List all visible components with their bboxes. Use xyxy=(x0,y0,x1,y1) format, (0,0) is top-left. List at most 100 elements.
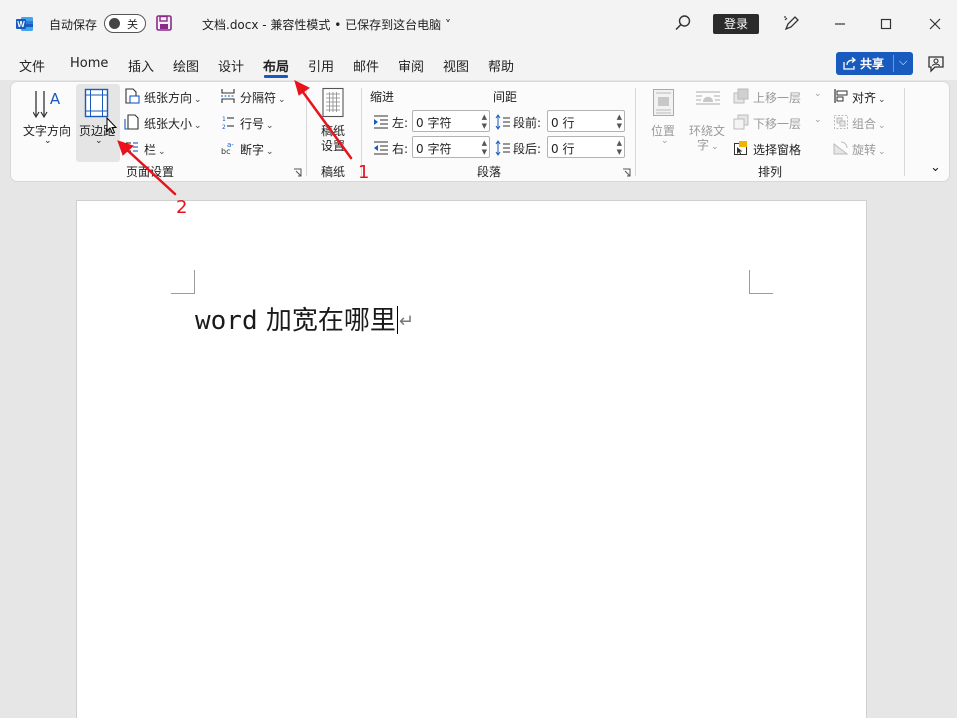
spin-down-icon[interactable]: ▼ xyxy=(482,122,487,130)
spin-down-icon[interactable]: ▼ xyxy=(482,148,487,156)
tab-layout[interactable]: 布局 xyxy=(263,56,289,75)
spacing-before-label: 段前: xyxy=(513,116,542,130)
indent-right-icon xyxy=(374,141,388,155)
columns-icon xyxy=(126,142,138,152)
share-button[interactable]: 共享 ⌵ xyxy=(836,52,913,75)
spin-up-icon[interactable]: ▲ xyxy=(617,113,622,121)
bring-forward-icon xyxy=(733,88,749,104)
spin-down-icon[interactable]: ▼ xyxy=(617,148,622,156)
columns-button[interactable]: 栏 ⌄ xyxy=(144,141,166,158)
tab-home[interactable]: Home xyxy=(70,56,108,71)
rotate-icon xyxy=(833,141,849,155)
search-icon[interactable] xyxy=(674,14,692,32)
bring-forward-chevron-icon[interactable]: ⌄ xyxy=(814,89,822,99)
manuscript-group-label: 稿纸 xyxy=(321,165,346,179)
tab-insert[interactable]: 插入 xyxy=(128,56,154,75)
orientation-chevron-icon: ⌄ xyxy=(194,95,202,105)
save-icon[interactable] xyxy=(156,15,172,31)
maximize-button[interactable] xyxy=(872,10,900,38)
bring-forward-button[interactable]: 上移一层 xyxy=(753,89,801,106)
share-icon xyxy=(843,57,857,70)
document-text[interactable]: word 加宽在哪里 ↵ xyxy=(195,300,414,337)
tab-references[interactable]: 引用 xyxy=(308,56,334,75)
spin-up-icon[interactable]: ▲ xyxy=(617,139,622,147)
breaks-label: 分隔符 xyxy=(240,91,277,105)
tab-view[interactable]: 视图 xyxy=(443,56,469,75)
hyphenation-chevron-icon: ⌄ xyxy=(266,147,274,157)
autosave-toggle[interactable]: 关 xyxy=(104,14,146,33)
page-setup-group-label: 页面设置 xyxy=(126,165,175,179)
spacing-after-input[interactable]: 0 行 ▲ ▼ xyxy=(547,136,625,158)
tab-design[interactable]: 设计 xyxy=(218,56,244,75)
collapse-ribbon-chevron-icon[interactable]: ⌄ xyxy=(930,160,941,175)
spin-up-icon[interactable]: ▲ xyxy=(482,139,487,147)
text-direction-icon: A xyxy=(33,90,61,119)
wrap-text-icon xyxy=(696,91,720,105)
position-chevron-icon[interactable]: ⌄ xyxy=(661,136,669,146)
rotate-button[interactable]: 旋转 ⌄ xyxy=(852,141,886,158)
login-button[interactable]: 登录 xyxy=(713,14,759,34)
tab-draw[interactable]: 绘图 xyxy=(173,56,199,75)
share-label: 共享 xyxy=(860,57,885,71)
document-text-cjk: 加宽在哪里 xyxy=(257,306,396,336)
paragraph-group-label: 段落 xyxy=(477,165,502,179)
document-text-latin: word xyxy=(195,306,258,336)
comments-icon[interactable] xyxy=(927,55,945,73)
indent-right-input[interactable]: 0 字符 ▲ ▼ xyxy=(412,136,490,158)
spacing-before-value: 0 行 xyxy=(551,116,575,130)
active-tab-indicator xyxy=(264,75,288,78)
spin-up-icon[interactable]: ▲ xyxy=(482,113,487,121)
selection-pane-button[interactable]: 选择窗格 xyxy=(753,141,801,158)
spacing-before-icon xyxy=(495,114,510,130)
spacing-before-input[interactable]: 0 行 ▲ ▼ xyxy=(547,110,625,132)
position-icon xyxy=(653,89,674,116)
send-backward-button[interactable]: 下移一层 xyxy=(753,115,801,132)
align-button[interactable]: 对齐 ⌄ xyxy=(852,89,886,106)
paragraph-launcher-icon[interactable] xyxy=(622,168,631,177)
group-objects-button[interactable]: 组合 ⌄ xyxy=(852,115,886,132)
line-numbers-button[interactable]: 行号 ⌄ xyxy=(240,115,274,132)
wrap-text-button-line2[interactable]: 字 ⌄ xyxy=(697,136,719,153)
spacing-after-label: 段后: xyxy=(513,142,542,156)
tab-file[interactable]: 文件 xyxy=(19,56,45,75)
designer-pen-icon[interactable] xyxy=(782,14,800,32)
ribbon-panel: A 文字方向 ⌄ 页边距 ⌄ 纸张方向⌄ 纸张大小⌄ 栏⌄ 分隔符⌄ 1 xyxy=(10,81,950,182)
wrap-text-chevron-icon: ⌄ xyxy=(711,142,719,152)
tab-mailings[interactable]: 邮件 xyxy=(353,56,379,75)
svg-text:A: A xyxy=(50,90,61,108)
svg-text:2: 2 xyxy=(222,124,226,130)
indent-left-input[interactable]: 0 字符 ▲ ▼ xyxy=(412,110,490,132)
minimize-button[interactable] xyxy=(826,10,854,38)
orientation-label: 纸张方向 xyxy=(144,91,193,105)
svg-text:W: W xyxy=(17,20,25,29)
group-objects-label: 组合 xyxy=(852,117,877,131)
chevron-down-icon[interactable]: ⌵ xyxy=(899,55,907,69)
tab-help[interactable]: 帮助 xyxy=(488,56,514,75)
orientation-button[interactable]: 纸张方向 ⌄ xyxy=(144,89,202,106)
group-objects-chevron-icon: ⌄ xyxy=(878,121,886,131)
paper-size-button[interactable]: 纸张大小 ⌄ xyxy=(144,115,202,132)
line-numbers-icon: 1 2 xyxy=(222,116,234,130)
group-divider xyxy=(306,88,307,176)
breaks-button[interactable]: 分隔符 ⌄ xyxy=(240,89,286,106)
manuscript-icon xyxy=(322,87,344,118)
manuscript-settings-button-line2[interactable]: 设置 xyxy=(321,137,345,154)
spin-down-icon[interactable]: ▼ xyxy=(617,122,622,130)
word-app-icon: W xyxy=(16,17,33,31)
orientation-icon xyxy=(125,88,140,104)
share-divider xyxy=(893,55,894,72)
text-direction-chevron-icon[interactable]: ⌄ xyxy=(44,136,52,146)
margins-chevron-icon[interactable]: ⌄ xyxy=(95,136,103,146)
close-button[interactable] xyxy=(921,10,949,38)
title-bar: W 自动保存 关 文档.docx - 兼容性模式 • 已保存到这台电脑 ˅ 登录 xyxy=(0,0,957,48)
hyphenation-button[interactable]: 断字 ⌄ xyxy=(240,141,274,158)
send-backward-chevron-icon[interactable]: ⌄ xyxy=(814,115,822,125)
page-setup-launcher-icon[interactable] xyxy=(293,168,302,177)
document-title[interactable]: 文档.docx - 兼容性模式 • 已保存到这台电脑 ˅ xyxy=(202,16,451,33)
group-divider xyxy=(635,88,636,176)
breaks-chevron-icon: ⌄ xyxy=(278,95,286,105)
tab-review[interactable]: 审阅 xyxy=(398,56,424,75)
spacing-after-icon xyxy=(495,140,510,156)
align-chevron-icon: ⌄ xyxy=(878,95,886,105)
breaks-icon xyxy=(221,89,235,103)
